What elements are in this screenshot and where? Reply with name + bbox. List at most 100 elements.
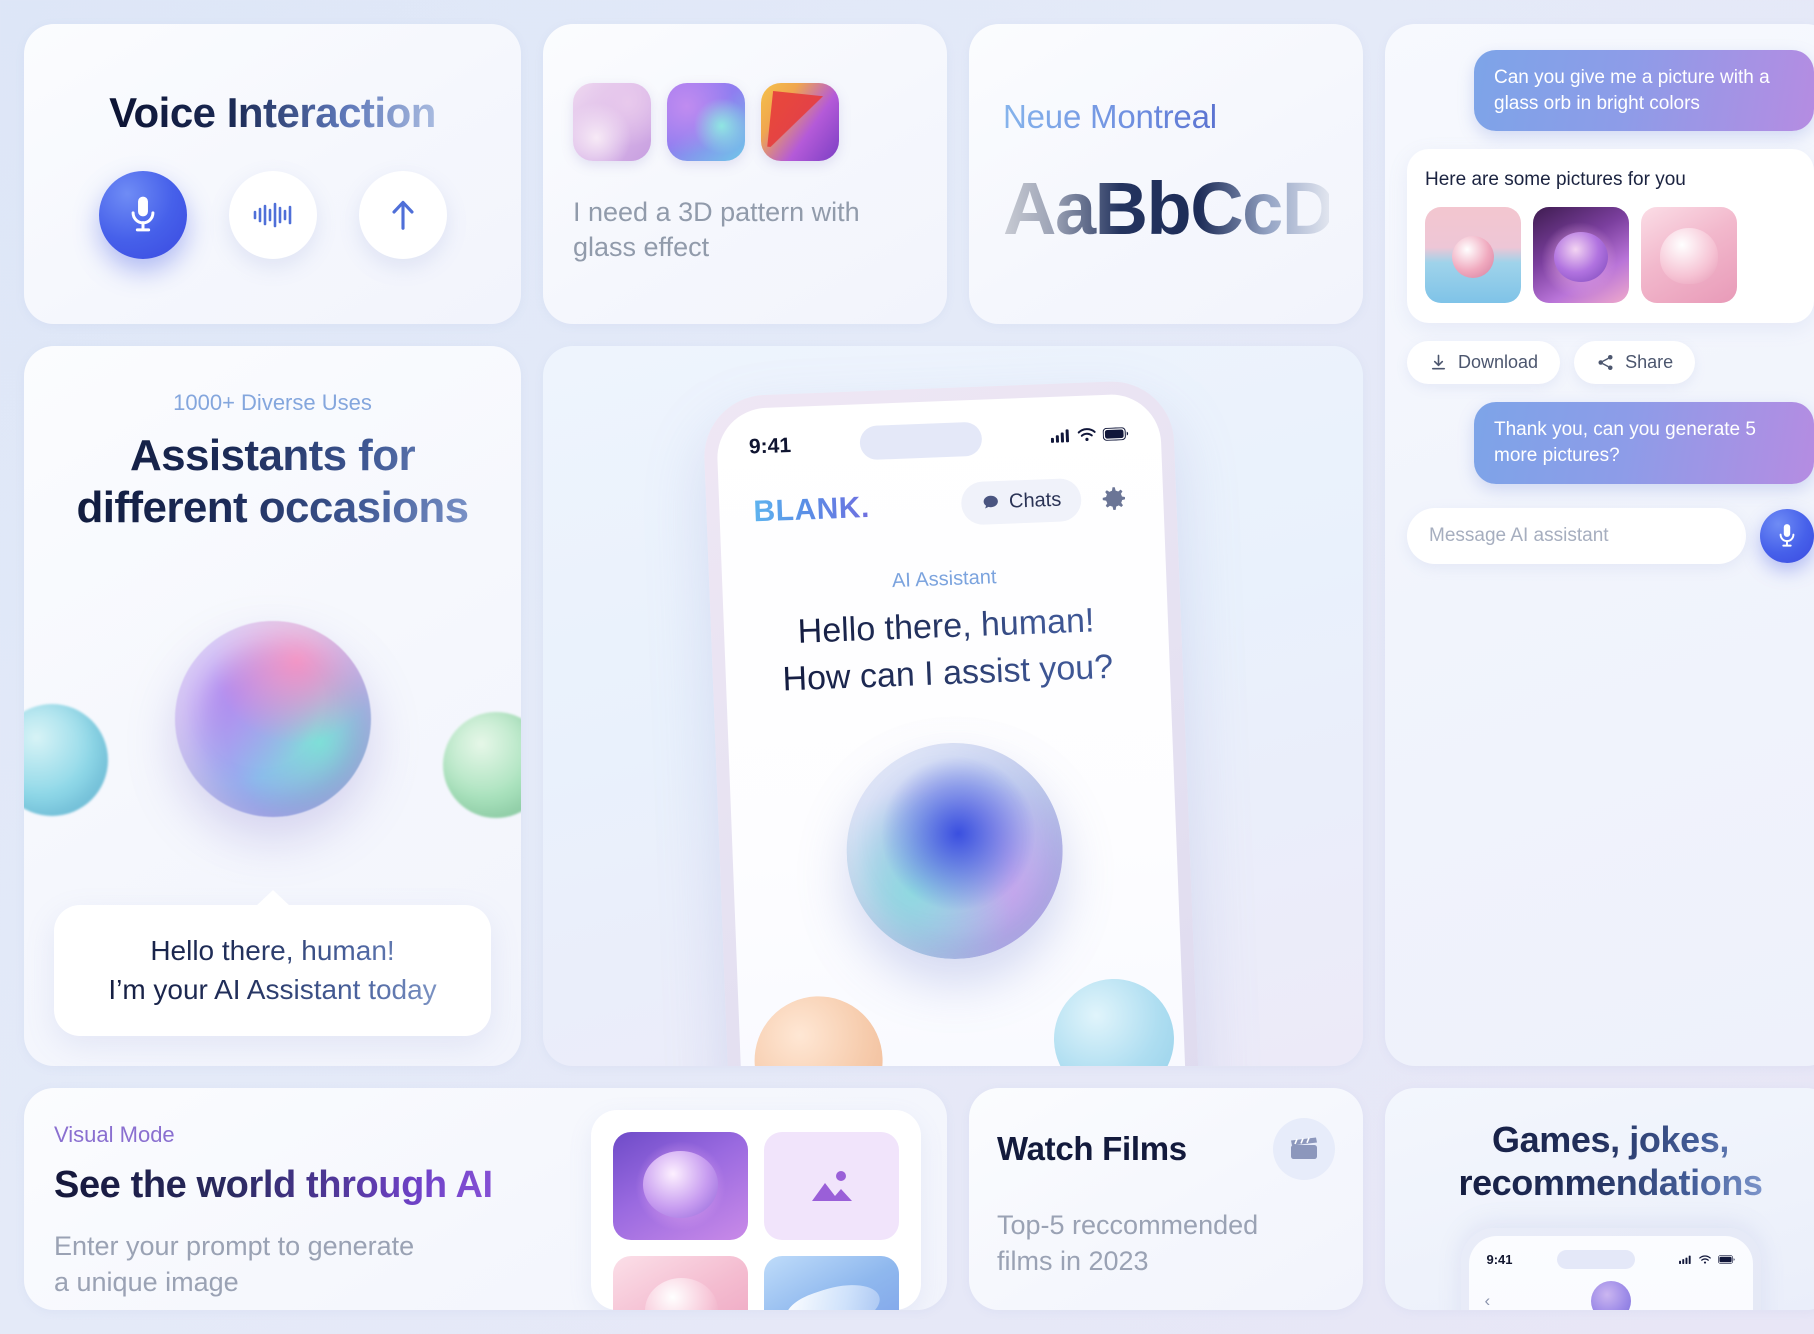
dynamic-island bbox=[859, 421, 983, 461]
pattern-prompt-card: I need a 3D pattern with glass effect bbox=[543, 24, 947, 324]
purple-orb-swirl-thumbnail[interactable] bbox=[1533, 207, 1629, 304]
voice-interaction-title: Voice Interaction bbox=[109, 89, 436, 136]
app-header-actions: Chats bbox=[960, 476, 1130, 526]
typeface-card: Neue Montreal AaBbCcDd bbox=[969, 24, 1363, 324]
chat-input-row: Message AI assistant bbox=[1407, 507, 1814, 564]
typeface-specimen: AaBbCcDd bbox=[1003, 166, 1363, 250]
message-action-row: Download Share bbox=[1407, 341, 1814, 385]
orb-stage bbox=[24, 534, 521, 905]
green-orb-decoration bbox=[443, 711, 521, 818]
glass-twist-pink-thumbnail[interactable] bbox=[573, 83, 651, 162]
phone-mockup: 9:41 BLANK. Chats AI Assistant Hello the… bbox=[702, 379, 1204, 1066]
gear-icon[interactable] bbox=[1095, 481, 1130, 516]
status-indicators bbox=[1050, 426, 1129, 443]
wifi-icon bbox=[1077, 428, 1096, 441]
message-input[interactable]: Message AI assistant bbox=[1407, 507, 1746, 564]
download-button-label: Download bbox=[1458, 352, 1539, 373]
watch-films-header: Watch Films bbox=[997, 1118, 1335, 1180]
purple-orb-tile[interactable] bbox=[613, 1132, 748, 1240]
download-button[interactable]: Download bbox=[1407, 341, 1561, 385]
speech-line-1: Hello there, human! bbox=[84, 931, 461, 971]
visual-mode-gallery bbox=[591, 1110, 921, 1310]
user-message-bubble-1: Can you give me a picture with a glass o… bbox=[1474, 50, 1814, 132]
cellular-signal-icon bbox=[1050, 429, 1070, 443]
chat-panel: Can you give me a picture with a glass o… bbox=[1385, 24, 1814, 1066]
visual-subtitle-line-2: a unique image bbox=[54, 1266, 239, 1297]
games-jokes-card: Games, jokes, recommendations 9:41 ‹ bbox=[1385, 1088, 1814, 1310]
mini-status-bar: 9:41 bbox=[1481, 1248, 1741, 1271]
mini-assistant-orb bbox=[1590, 1281, 1631, 1310]
chats-button[interactable]: Chats bbox=[960, 477, 1083, 526]
image-placeholder-tile[interactable] bbox=[764, 1132, 899, 1240]
mini-phone-screen: 9:41 ‹ bbox=[1468, 1236, 1753, 1310]
pattern-thumbnail-row bbox=[573, 83, 917, 162]
phone-hero-card: 9:41 BLANK. Chats AI Assistant Hello the… bbox=[543, 346, 1363, 1066]
assistant-message-card: Here are some pictures for you bbox=[1407, 149, 1814, 324]
chat-bubble-icon bbox=[983, 495, 998, 509]
watch-films-card: Watch Films Top-5 reccommended films in … bbox=[969, 1088, 1363, 1310]
iridescent-swirl-thumbnail[interactable] bbox=[667, 83, 745, 162]
phone-screen: 9:41 BLANK. Chats AI Assistant Hello the… bbox=[715, 392, 1191, 1066]
visual-mode-subtitle: Enter your prompt to generate a unique i… bbox=[54, 1229, 561, 1301]
download-icon bbox=[1431, 354, 1446, 370]
microphone-icon bbox=[1779, 523, 1795, 547]
films-subtitle-line-2: films in 2023 bbox=[997, 1246, 1149, 1277]
pink-glass-ribbon-thumbnail[interactable] bbox=[1641, 207, 1737, 304]
films-subtitle-line-1: Top-5 reccommended bbox=[997, 1210, 1259, 1241]
user-message-bubble-2: Thank you, can you generate 5 more pictu… bbox=[1474, 402, 1814, 484]
battery-icon bbox=[1102, 426, 1129, 441]
wifi-icon bbox=[1698, 1255, 1711, 1264]
mini-phone-mockup: 9:41 ‹ bbox=[1460, 1228, 1761, 1310]
voice-input-button[interactable] bbox=[1760, 508, 1814, 563]
mini-status-indicators bbox=[1678, 1255, 1735, 1265]
clapperboard-icon bbox=[1273, 1118, 1335, 1180]
battery-icon bbox=[1717, 1255, 1735, 1265]
send-button[interactable] bbox=[358, 171, 447, 259]
assistants-title-line-1: Assistants for bbox=[129, 431, 415, 480]
hero-assistant-orb bbox=[842, 738, 1067, 963]
waveform-icon bbox=[253, 202, 291, 228]
assistant-speech-bubble: Hello there, human! I’m your AI Assistan… bbox=[54, 904, 491, 1036]
typeface-name: Neue Montreal bbox=[1003, 98, 1329, 136]
sunset-ripple-thumbnail[interactable] bbox=[761, 83, 839, 162]
peach-orb-decoration bbox=[752, 993, 885, 1066]
iridescent-orb bbox=[174, 621, 371, 818]
assistants-eyebrow: 1000+ Diverse Uses bbox=[173, 390, 372, 415]
hero-greeting-line-2: How can I assist you? bbox=[781, 647, 1114, 699]
status-time: 9:41 bbox=[748, 433, 792, 459]
voice-button-row bbox=[98, 171, 447, 259]
watch-films-title: Watch Films bbox=[997, 1130, 1187, 1167]
watch-films-subtitle: Top-5 reccommended films in 2023 bbox=[997, 1208, 1335, 1280]
share-button[interactable]: Share bbox=[1574, 341, 1696, 385]
share-icon bbox=[1598, 355, 1613, 371]
teal-orb-decoration bbox=[24, 704, 108, 817]
clapperboard-glyph bbox=[1291, 1137, 1317, 1159]
design-showcase-board: Voice Interaction I need a 3D pattern wi… bbox=[0, 0, 1814, 1334]
glass-orb-sunset-thumbnail[interactable] bbox=[1425, 207, 1521, 304]
games-title-line-1: Games, jokes, bbox=[1492, 1119, 1729, 1160]
visual-mode-text: Visual Mode See the world through AI Ent… bbox=[24, 1088, 591, 1310]
visual-mode-eyebrow: Visual Mode bbox=[54, 1122, 175, 1147]
voice-interaction-card: Voice Interaction bbox=[24, 24, 521, 324]
visual-subtitle-line-1: Enter your prompt to generate bbox=[54, 1231, 415, 1261]
games-title-line-2: recommendations bbox=[1458, 1162, 1763, 1204]
generated-picture-row bbox=[1425, 207, 1796, 304]
visual-mode-card: Visual Mode See the world through AI Ent… bbox=[24, 1088, 947, 1310]
games-jokes-title: Games, jokes, recommendations bbox=[1458, 1118, 1762, 1204]
assistants-card: 1000+ Diverse Uses Assistants for differ… bbox=[24, 346, 521, 1066]
pink-glass-tile[interactable] bbox=[613, 1256, 748, 1310]
microphone-button[interactable] bbox=[98, 171, 187, 259]
assistants-title: Assistants for different occasions bbox=[76, 430, 468, 534]
image-icon bbox=[811, 1171, 852, 1201]
blue-wave-tile[interactable] bbox=[764, 1256, 899, 1310]
hero-greeting-line-1: Hello there, human! bbox=[797, 601, 1095, 651]
visual-mode-title: See the world through AI bbox=[54, 1164, 561, 1207]
hero-greeting: Hello there, human! How can I assist you… bbox=[723, 595, 1170, 706]
assistant-intro-text: Here are some pictures for you bbox=[1425, 169, 1686, 191]
mini-dynamic-island bbox=[1556, 1250, 1635, 1270]
hero-assistant-label: AI Assistant bbox=[891, 566, 997, 593]
share-button-label: Share bbox=[1625, 352, 1674, 373]
arrow-up-icon bbox=[391, 200, 414, 230]
chevron-left-icon[interactable]: ‹ bbox=[1485, 1291, 1491, 1310]
waveform-button[interactable] bbox=[228, 171, 317, 259]
